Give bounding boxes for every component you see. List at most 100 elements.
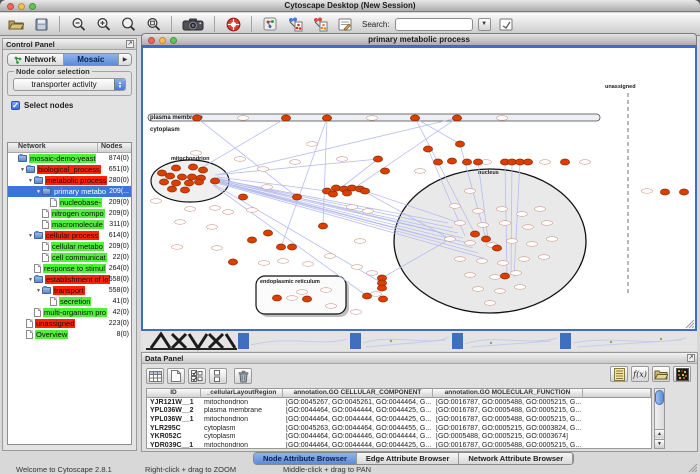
- tree-row-establishment-of-lo[interactable]: ▼establishment of lo558(0): [8, 274, 131, 285]
- zoom-fit-icon[interactable]: [143, 15, 163, 33]
- network-node-unselected[interactable]: [247, 208, 258, 213]
- network-node-unselected[interactable]: [175, 220, 186, 225]
- table-column-header[interactable]: annotation.GO CELLULAR_COMPONENT: [283, 389, 433, 398]
- network-node[interactable]: [302, 296, 311, 302]
- attribute-table[interactable]: ID_cellularLayoutRegionannotation.GO CEL…: [146, 388, 652, 449]
- network-node[interactable]: [272, 295, 281, 301]
- network-node-unselected[interactable]: [367, 271, 378, 276]
- network-node-unselected[interactable]: [465, 273, 476, 278]
- network-node-unselected[interactable]: [371, 292, 382, 297]
- network-node[interactable]: [184, 180, 193, 186]
- network-node[interactable]: [188, 164, 197, 170]
- tree-col-nodes[interactable]: Nodes: [98, 143, 131, 152]
- table-row[interactable]: YLR295Ccytoplasm[GO:0045263, GO:0044464,…: [147, 424, 651, 433]
- tree-row-primary-metabo[interactable]: ▼primary metabo209(...: [8, 186, 131, 197]
- scroll-up-button[interactable]: ▲: [655, 429, 664, 438]
- network-node[interactable]: [481, 236, 490, 242]
- float-panel-icon[interactable]: ↗: [126, 40, 134, 48]
- network-node-unselected[interactable]: [278, 259, 289, 264]
- network-node-unselected[interactable]: [523, 225, 534, 230]
- search-input[interactable]: [395, 18, 473, 31]
- network-node[interactable]: [322, 115, 331, 121]
- network-node-unselected[interactable]: [259, 261, 270, 266]
- network-node-unselected[interactable]: [207, 225, 218, 230]
- network-node-unselected[interactable]: [477, 259, 488, 264]
- disclosure-triangle-icon[interactable]: ▼: [27, 277, 34, 283]
- network-node[interactable]: [165, 173, 174, 179]
- network-node-unselected[interactable]: [355, 239, 366, 244]
- network-node[interactable]: [660, 189, 669, 195]
- network-node[interactable]: [276, 244, 285, 250]
- network-node[interactable]: [198, 167, 207, 173]
- network-node[interactable]: [177, 174, 186, 180]
- snapshot-camera-icon[interactable]: [180, 15, 206, 33]
- network-node-unselected[interactable]: [172, 245, 183, 250]
- table-column-header[interactable]: annotation.GO MOLECULAR_FUNCTION: [433, 389, 583, 398]
- network-node-unselected[interactable]: [580, 160, 591, 165]
- network-node[interactable]: [247, 237, 256, 243]
- network-node[interactable]: [378, 296, 387, 302]
- network-node-unselected[interactable]: [478, 223, 489, 228]
- network-node[interactable]: [287, 244, 296, 250]
- network-node[interactable]: [500, 273, 509, 279]
- network-node-unselected[interactable]: [450, 204, 461, 209]
- search-dropdown-button[interactable]: ▼: [478, 18, 491, 31]
- network-node-unselected[interactable]: [642, 189, 653, 194]
- network-node[interactable]: [167, 186, 176, 192]
- network-node-unselected[interactable]: [455, 221, 466, 226]
- network-node-unselected[interactable]: [415, 169, 426, 174]
- network-node-unselected[interactable]: [212, 246, 223, 251]
- tree-col-network[interactable]: Network: [8, 143, 98, 152]
- tab-overflow-arrow[interactable]: ▶: [119, 54, 131, 65]
- function-builder-icon[interactable]: f(x): [631, 366, 649, 382]
- network-node-unselected[interactable]: [445, 237, 456, 242]
- table-scrollbar[interactable]: ▲ ▼: [654, 388, 665, 449]
- network-node-unselected[interactable]: [347, 205, 358, 210]
- network-node-unselected[interactable]: [515, 285, 526, 290]
- tree-row-multi-organism-pro[interactable]: multi-organism pro42(0): [8, 307, 131, 318]
- node-color-select[interactable]: transporter activity ▲▼: [13, 78, 126, 91]
- network-node[interactable]: [171, 180, 180, 186]
- network-node-unselected[interactable]: [473, 209, 484, 214]
- network-node-unselected[interactable]: [517, 212, 528, 217]
- network-node[interactable]: [447, 158, 456, 164]
- table-row[interactable]: YDR039C__1mitochondrion[GO:0044464, GO:0…: [147, 441, 651, 449]
- tab-mosaic[interactable]: Mosaic: [64, 54, 120, 65]
- zoom-in-icon[interactable]: [93, 15, 113, 33]
- network-node-unselected[interactable]: [367, 116, 378, 121]
- table-row[interactable]: YPL036W__2plasma membrane[GO:0044464, GO…: [147, 407, 651, 416]
- network-node-unselected[interactable]: [542, 221, 553, 226]
- tree-row-overview[interactable]: Overview8(0): [8, 329, 131, 340]
- attribute-list-icon[interactable]: [610, 366, 628, 382]
- network-node-unselected[interactable]: [191, 151, 202, 156]
- network-node-unselected[interactable]: [258, 167, 269, 172]
- tab-network-attribute-browser[interactable]: Network Attribute Browser: [459, 453, 573, 464]
- tab-node-attribute-browser[interactable]: Node Attribute Browser: [254, 453, 357, 464]
- network-node[interactable]: [455, 141, 464, 147]
- disclosure-triangle-icon[interactable]: ▼: [27, 178, 34, 184]
- network-node-unselected[interactable]: [465, 241, 476, 246]
- import-attributes-icon[interactable]: [652, 366, 670, 382]
- heatmap-matrix-icon[interactable]: [673, 366, 691, 382]
- unselect-attributes-icon[interactable]: [209, 368, 227, 384]
- float-panel-icon[interactable]: ↗: [687, 354, 695, 362]
- network-node-unselected[interactable]: [455, 257, 466, 262]
- network-node[interactable]: [238, 194, 247, 200]
- network-node-unselected[interactable]: [497, 116, 508, 121]
- network-node[interactable]: [171, 165, 180, 171]
- network-node[interactable]: [423, 146, 432, 152]
- network-node-unselected[interactable]: [547, 237, 558, 242]
- zoom-selected-icon[interactable]: [118, 15, 138, 33]
- network-node-unselected[interactable]: [519, 257, 530, 262]
- disclosure-triangle-icon[interactable]: ▼: [27, 233, 34, 239]
- tree-row-response-to-stimul[interactable]: response to stimul264(0): [8, 263, 131, 274]
- network-node[interactable]: [362, 293, 371, 299]
- network-node[interactable]: [194, 179, 203, 185]
- tree-row-mosaic-demo-yeast[interactable]: mosaic-demo-yeast874(0): [8, 153, 131, 164]
- network-node[interactable]: [192, 115, 201, 121]
- network-node-unselected[interactable]: [307, 142, 318, 147]
- app-resize-grip[interactable]: [688, 463, 698, 473]
- save-session-icon[interactable]: [31, 15, 51, 33]
- tree-row-metabolic-process[interactable]: ▼metabolic process280(0): [8, 175, 131, 186]
- scrollbar-thumb[interactable]: [655, 390, 664, 405]
